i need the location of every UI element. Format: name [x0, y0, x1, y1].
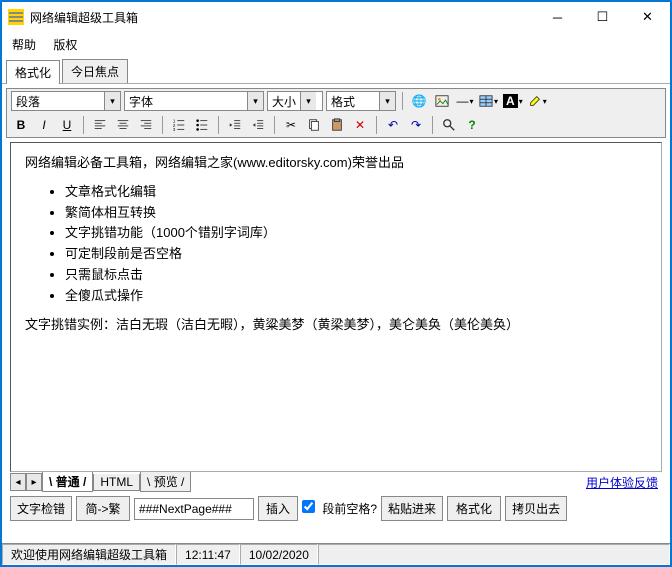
- list-item: 全傻瓜式操作: [65, 286, 647, 307]
- top-tabbar: 格式化 今日焦点: [2, 57, 670, 84]
- web-icon[interactable]: 🌐: [409, 91, 429, 111]
- titlebar: 网络编辑超级工具箱 ─ ☐ ✕: [2, 2, 670, 32]
- font-combo-text: 字体: [125, 93, 157, 110]
- tab-scroll-right[interactable]: ▸: [26, 473, 42, 491]
- delete-icon[interactable]: ✕: [350, 115, 370, 135]
- style-combo-text: 格式: [327, 93, 359, 110]
- toolbar: 段落 ▾ 字体 ▾ 大小 ▾ 格式 ▾ 🌐 —▾ ▾ A▾ ▾ B I U 12…: [6, 88, 666, 138]
- list-item: 只需鼠标点击: [65, 265, 647, 286]
- copy-out-button[interactable]: 拷贝出去: [505, 496, 567, 521]
- list-item: 可定制段前是否空格: [65, 244, 647, 265]
- simp-to-trad-button[interactable]: 简->繁: [76, 496, 130, 521]
- italic-button[interactable]: I: [34, 115, 54, 135]
- underline-button[interactable]: U: [57, 115, 77, 135]
- maximize-button[interactable]: ☐: [580, 2, 625, 32]
- feature-list: 文章格式化编辑 繁简体相互转换 文字挑错功能（1000个错别字词库） 可定制段前…: [65, 182, 647, 307]
- table-icon[interactable]: ▾: [478, 91, 499, 111]
- undo-icon[interactable]: ↶: [383, 115, 403, 135]
- image-icon[interactable]: [432, 91, 452, 111]
- minimize-button[interactable]: ─: [535, 2, 580, 32]
- cut-icon[interactable]: ✂: [281, 115, 301, 135]
- paragraph-combo[interactable]: 段落 ▾: [11, 91, 121, 111]
- svg-text:3: 3: [173, 127, 176, 132]
- chevron-down-icon: ▾: [300, 92, 316, 110]
- fontcolor-icon[interactable]: A▾: [502, 91, 524, 111]
- status-spacer: [318, 544, 670, 565]
- insert-button[interactable]: 插入: [258, 496, 298, 521]
- list-item: 繁简体相互转换: [65, 203, 647, 224]
- chevron-down-icon: ▾: [379, 92, 395, 110]
- list-item: 文章格式化编辑: [65, 182, 647, 203]
- font-combo[interactable]: 字体 ▾: [124, 91, 264, 111]
- ordered-list-icon[interactable]: 123: [169, 115, 189, 135]
- close-button[interactable]: ✕: [625, 2, 670, 32]
- chevron-down-icon: ▾: [104, 92, 120, 110]
- style-combo[interactable]: 格式 ▾: [326, 91, 396, 111]
- size-combo-text: 大小: [268, 93, 300, 110]
- tab-html[interactable]: HTML: [93, 474, 140, 491]
- tab-format[interactable]: 格式化: [6, 60, 60, 84]
- paragraph-combo-text: 段落: [12, 93, 44, 110]
- align-right-icon[interactable]: [136, 115, 156, 135]
- format-button[interactable]: 格式化: [447, 496, 501, 521]
- align-left-icon[interactable]: [90, 115, 110, 135]
- line-icon[interactable]: —▾: [455, 91, 475, 111]
- paste-in-button[interactable]: 粘贴进来: [381, 496, 443, 521]
- check-errors-button[interactable]: 文字检错: [10, 496, 72, 521]
- find-icon[interactable]: [439, 115, 459, 135]
- tab-normal[interactable]: \ 普通 /: [42, 472, 93, 492]
- unordered-list-icon[interactable]: [192, 115, 212, 135]
- intro-text: 网络编辑必备工具箱，网络编辑之家(www.editorsky.com)荣誉出品: [25, 153, 647, 174]
- menubar: 帮助 版权: [2, 32, 670, 57]
- feedback-link[interactable]: 用户体验反馈: [586, 474, 658, 491]
- app-icon: [8, 9, 24, 25]
- indent-checkbox[interactable]: [302, 500, 315, 513]
- editor-area[interactable]: 网络编辑必备工具箱，网络编辑之家(www.editorsky.com)荣誉出品 …: [10, 142, 662, 472]
- status-time: 12:11:47: [176, 544, 240, 565]
- status-message: 欢迎使用网络编辑超级工具箱: [2, 544, 176, 565]
- size-combo[interactable]: 大小 ▾: [267, 91, 323, 111]
- help-icon[interactable]: ?: [462, 115, 482, 135]
- action-bar: 文字检错 简->繁 插入 段前空格? 粘贴进来 格式化 拷贝出去: [2, 492, 670, 525]
- indent-checkbox-label[interactable]: 段前空格?: [302, 500, 377, 517]
- status-date: 10/02/2020: [240, 544, 318, 565]
- align-center-icon[interactable]: [113, 115, 133, 135]
- tab-today[interactable]: 今日焦点: [62, 59, 128, 83]
- outdent-icon[interactable]: [225, 115, 245, 135]
- highlight-icon[interactable]: ▾: [527, 91, 548, 111]
- statusbar: 欢迎使用网络编辑超级工具箱 12:11:47 10/02/2020: [2, 543, 670, 565]
- menu-help[interactable]: 帮助: [12, 38, 36, 52]
- example-text: 文字挑错实例：洁白无瑕（洁白无暇），黄粱美梦（黄梁美梦），美仑美奂（美伦美奂）: [25, 315, 647, 336]
- copy-icon[interactable]: [304, 115, 324, 135]
- indent-icon[interactable]: [248, 115, 268, 135]
- bold-button[interactable]: B: [11, 115, 31, 135]
- list-item: 文字挑错功能（1000个错别字词库）: [65, 223, 647, 244]
- menu-copyright[interactable]: 版权: [53, 38, 77, 52]
- redo-icon[interactable]: ↷: [406, 115, 426, 135]
- chevron-down-icon: ▾: [247, 92, 263, 110]
- tab-preview[interactable]: \ 预览 /: [140, 472, 191, 492]
- window-title: 网络编辑超级工具箱: [30, 9, 535, 26]
- paste-icon[interactable]: [327, 115, 347, 135]
- tab-scroll-left[interactable]: ◂: [10, 473, 26, 491]
- editor-tabbar: ◂ ▸ \ 普通 / HTML \ 预览 / 用户体验反馈: [10, 472, 662, 492]
- pagebreak-input[interactable]: [134, 498, 254, 520]
